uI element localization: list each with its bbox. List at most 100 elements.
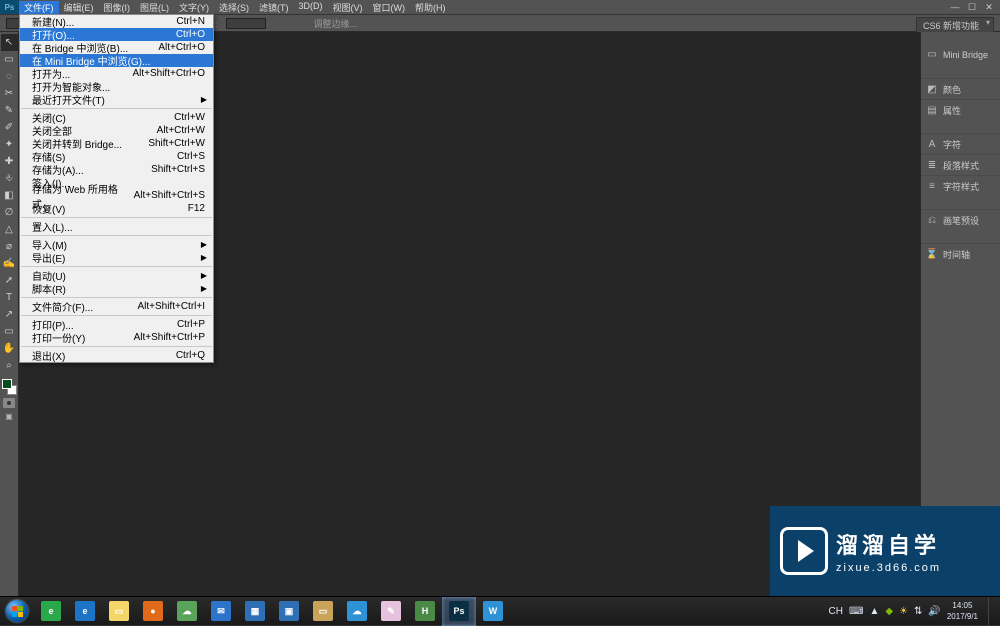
tray-vol-icon[interactable]: 🔊 xyxy=(928,606,940,617)
tool-13[interactable]: ✍ xyxy=(1,255,18,272)
taskbar-ahk[interactable]: H xyxy=(408,597,442,626)
tool-17[interactable]: ▭ xyxy=(1,323,18,340)
tool-3[interactable]: ✂ xyxy=(1,85,18,102)
tray-keyboard-icon[interactable]: ⌨ xyxy=(849,606,863,617)
taskbar: ee▭●☁✉▦▣▭☁✎HPsW CH ⌨ ▲ ◆ ☀ ⇅ 🔊 14:052017… xyxy=(0,596,1000,625)
tool-14[interactable]: ➚ xyxy=(1,272,18,289)
file-menu-dropdown: 新建(N)...Ctrl+N打开(O)...Ctrl+O在 Bridge 中浏览… xyxy=(19,14,214,363)
panel-label: 段落样式 xyxy=(943,159,979,172)
tool-7[interactable]: ✚ xyxy=(1,153,18,170)
panel-时间轴[interactable]: ⌛ 时间轴 xyxy=(921,243,1000,264)
panel-字符样式[interactable]: ≡ 字符样式 xyxy=(921,175,1000,196)
panel-icon: ▤ xyxy=(926,104,938,116)
taskbar-chat[interactable]: ☁ xyxy=(170,597,204,626)
taskbar-explorer[interactable]: ▭ xyxy=(102,597,136,626)
quickmask-icon[interactable] xyxy=(3,398,15,408)
panel-label: 字符样式 xyxy=(943,180,979,193)
tool-8[interactable]: ⎀ xyxy=(1,170,18,187)
panel-icon: A xyxy=(926,138,938,150)
play-icon xyxy=(780,527,828,575)
tool-16[interactable]: ↗ xyxy=(1,306,18,323)
tool-15[interactable]: T xyxy=(1,289,18,306)
menu-item[interactable]: 打印一份(Y)Alt+Shift+Ctrl+P xyxy=(20,331,213,344)
menu-图层[interactable]: 图层(L) xyxy=(135,1,174,14)
menu-item[interactable]: 文件简介(F)...Alt+Shift+Ctrl+I xyxy=(20,300,213,313)
tool-6[interactable]: ✦ xyxy=(1,136,18,153)
show-desktop-button[interactable] xyxy=(988,597,996,626)
tool-11[interactable]: △ xyxy=(1,221,18,238)
taskbar-browser-360[interactable]: e xyxy=(34,597,68,626)
screenmode-icon[interactable]: ▣ xyxy=(1,410,18,422)
panel-label: 颜色 xyxy=(943,83,961,96)
taskbar-ie[interactable]: e xyxy=(68,597,102,626)
panel-Mini Bridge[interactable]: ▭ Mini Bridge xyxy=(921,44,1000,65)
panel-字符[interactable]: A 字符 xyxy=(921,133,1000,154)
menu-滤镜[interactable]: 滤镜(T) xyxy=(254,1,294,14)
refine-edge-button[interactable]: 调整边缘... xyxy=(314,17,358,30)
panel-icon: ⎌ xyxy=(926,214,938,226)
panel-label: 属性 xyxy=(943,104,961,117)
panel-段落样式[interactable]: ≣ 段落样式 xyxy=(921,154,1000,175)
tool-18[interactable]: ✋ xyxy=(1,340,18,357)
taskbar-task[interactable]: ▦ xyxy=(238,597,272,626)
taskbar-paint[interactable]: ✎ xyxy=(374,597,408,626)
taskbar-feige[interactable]: ✉ xyxy=(204,597,238,626)
tool-1[interactable]: ▭ xyxy=(1,51,18,68)
panel-label: 字符 xyxy=(943,138,961,151)
panel-icon: ⌛ xyxy=(926,248,938,260)
tray-flag-icon[interactable]: ▲ xyxy=(869,606,879,617)
menu-item[interactable]: 导出(E)▶ xyxy=(20,251,213,264)
tool-9[interactable]: ◧ xyxy=(1,187,18,204)
tray-net-icon[interactable]: ⇅ xyxy=(914,606,922,617)
tool-4[interactable]: ✎ xyxy=(1,102,18,119)
tool-5[interactable]: ✐ xyxy=(1,119,18,136)
close-button[interactable]: ✕ xyxy=(984,2,994,13)
tool-palette: ↖▭◌✂✎✐✦✚⎀◧∅△⌀✍➚T↗▭✋⌕▣ xyxy=(0,32,19,596)
tool-2[interactable]: ◌ xyxy=(1,68,18,85)
menu-文件[interactable]: 文件(F) xyxy=(19,1,59,14)
menu-item[interactable]: 恢复(V)F12 xyxy=(20,202,213,215)
taskbar-clock[interactable]: 14:052017/9/1 xyxy=(947,600,982,622)
watermark-url: zixue.3d66.com xyxy=(836,562,990,574)
menu-窗口[interactable]: 窗口(W) xyxy=(368,1,411,14)
menu-文字[interactable]: 文字(Y) xyxy=(174,1,214,14)
tray-shield-icon[interactable]: ◆ xyxy=(885,606,893,617)
panel-颜色[interactable]: ◩颜色 xyxy=(921,78,1000,99)
taskbar-ps[interactable]: Ps xyxy=(442,597,476,626)
tolerance-field[interactable] xyxy=(226,18,266,29)
menu-item[interactable]: 退出(X)Ctrl+Q xyxy=(20,349,213,362)
menu-编辑[interactable]: 编辑(E) xyxy=(59,1,99,14)
ps-logo: Ps xyxy=(0,0,19,14)
tool-10[interactable]: ∅ xyxy=(1,204,18,221)
panel-icon: ≡ xyxy=(926,180,938,192)
panel-label: Mini Bridge xyxy=(943,50,988,60)
minimize-button[interactable]: — xyxy=(950,2,960,13)
color-swatches[interactable] xyxy=(1,378,18,396)
menubar: Ps 文件(F)编辑(E)图像(I)图层(L)文字(Y)选择(S)滤镜(T)3D… xyxy=(0,0,1000,14)
panel-属性[interactable]: ▤ 属性 xyxy=(921,99,1000,120)
menu-item[interactable]: 脚本(R)▶ xyxy=(20,282,213,295)
start-button[interactable] xyxy=(0,597,34,626)
menu-帮助[interactable]: 帮助(H) xyxy=(410,1,451,14)
panel-icon: ▭ xyxy=(926,49,938,61)
menu-视图[interactable]: 视图(V) xyxy=(328,1,368,14)
taskbar-firefox[interactable]: ● xyxy=(136,597,170,626)
panel-icon: ≣ xyxy=(926,159,938,171)
menu-3d[interactable]: 3D(D) xyxy=(294,1,328,14)
tool-0[interactable]: ↖ xyxy=(1,34,18,51)
panel-label: 时间轴 xyxy=(943,248,970,261)
menu-图像[interactable]: 图像(I) xyxy=(99,1,136,14)
maximize-button[interactable]: ☐ xyxy=(967,2,977,13)
taskbar-note[interactable]: ▭ xyxy=(306,597,340,626)
tray-bubble-icon[interactable]: ☀ xyxy=(899,606,908,617)
taskbar-media[interactable]: ▣ xyxy=(272,597,306,626)
tool-12[interactable]: ⌀ xyxy=(1,238,18,255)
taskbar-wps[interactable]: W xyxy=(476,597,510,626)
tool-19[interactable]: ⌕ xyxy=(1,357,18,374)
menu-选择[interactable]: 选择(S) xyxy=(214,1,254,14)
menu-item[interactable]: 最近打开文件(T)▶ xyxy=(20,93,213,106)
taskbar-cloud[interactable]: ☁ xyxy=(340,597,374,626)
panel-画笔预设[interactable]: ⎌画笔预设 xyxy=(921,209,1000,230)
menu-item[interactable]: 置入(L)... xyxy=(20,220,213,233)
tray-lang-icon[interactable]: CH xyxy=(829,606,843,617)
